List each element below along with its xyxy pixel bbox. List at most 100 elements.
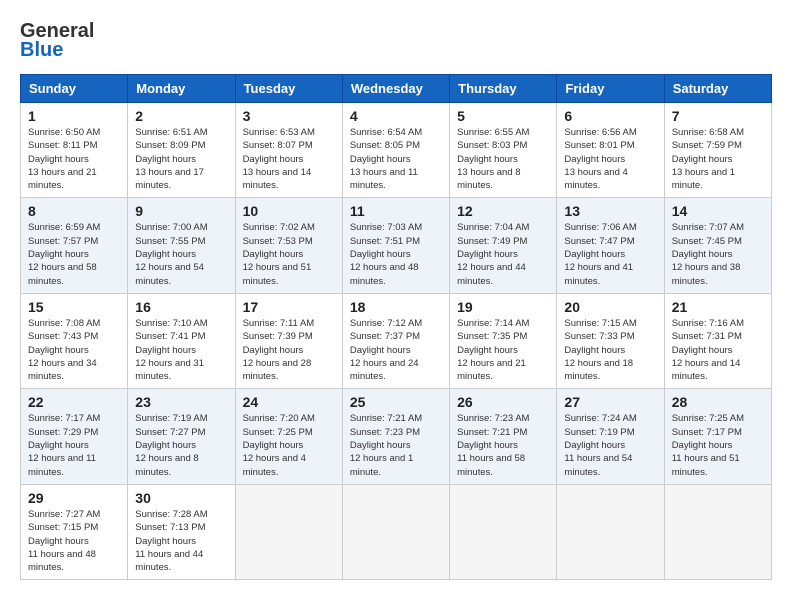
day-info: Sunrise: 7:24 AMSunset: 7:19 PMDaylight …: [564, 412, 656, 478]
day-number: 11: [350, 203, 442, 219]
day-info: Sunrise: 7:10 AMSunset: 7:41 PMDaylight …: [135, 317, 227, 383]
calendar-cell: [342, 484, 449, 579]
calendar-cell: 25 Sunrise: 7:21 AMSunset: 7:23 PMDayligh…: [342, 389, 449, 484]
calendar-cell: 8 Sunrise: 6:59 AMSunset: 7:57 PMDaylight…: [21, 198, 128, 293]
day-number: 1: [28, 108, 120, 124]
day-info: Sunrise: 7:28 AMSunset: 7:13 PMDaylight …: [135, 508, 227, 574]
day-number: 16: [135, 299, 227, 315]
day-info: Sunrise: 7:16 AMSunset: 7:31 PMDaylight …: [672, 317, 764, 383]
calendar-cell: 21 Sunrise: 7:16 AMSunset: 7:31 PMDayligh…: [664, 293, 771, 388]
day-info: Sunrise: 6:53 AMSunset: 8:07 PMDaylight …: [243, 126, 335, 192]
day-info: Sunrise: 7:23 AMSunset: 7:21 PMDaylight …: [457, 412, 549, 478]
calendar-cell: 17Sunrise: 7:11 AMSunset: 7:39 PMDayligh…: [235, 293, 342, 388]
day-info: Sunrise: 7:17 AMSunset: 7:29 PMDaylight …: [28, 412, 120, 478]
day-info: Sunrise: 7:21 AMSunset: 7:23 PMDaylight …: [350, 412, 442, 478]
day-number: 3: [243, 108, 335, 124]
day-number: 13: [564, 203, 656, 219]
day-number: 19: [457, 299, 549, 315]
day-info: Sunrise: 7:00 AMSunset: 7:55 PMDaylight …: [135, 221, 227, 287]
calendar-cell: 26 Sunrise: 7:23 AMSunset: 7:21 PMDayligh…: [450, 389, 557, 484]
col-monday: Monday: [128, 75, 235, 103]
day-info: Sunrise: 7:15 AMSunset: 7:33 PMDaylight …: [564, 317, 656, 383]
calendar-cell: 20 Sunrise: 7:15 AMSunset: 7:33 PMDayligh…: [557, 293, 664, 388]
calendar-header-row: Sunday Monday Tuesday Wednesday Thursday…: [21, 75, 772, 103]
calendar-cell: 10 Sunrise: 7:02 AMSunset: 7:53 PMDayligh…: [235, 198, 342, 293]
calendar-cell: [664, 484, 771, 579]
day-info: Sunrise: 6:50 AMSunset: 8:11 PMDaylight …: [28, 126, 120, 192]
day-number: 28: [672, 394, 764, 410]
day-number: 20: [564, 299, 656, 315]
day-info: Sunrise: 7:03 AMSunset: 7:51 PMDaylight …: [350, 221, 442, 287]
col-saturday: Saturday: [664, 75, 771, 103]
week-row-1: 1 Sunrise: 6:50 AMSunset: 8:11 PMDaylight…: [21, 103, 772, 198]
day-number: 27: [564, 394, 656, 410]
calendar-cell: [450, 484, 557, 579]
day-number: 21: [672, 299, 764, 315]
day-number: 7: [672, 108, 764, 124]
calendar-cell: [235, 484, 342, 579]
day-number: 30: [135, 490, 227, 506]
day-info: Sunrise: 6:51 AMSunset: 8:09 PMDaylight …: [135, 126, 227, 192]
day-info: Sunrise: 7:20 AMSunset: 7:25 PMDaylight …: [243, 412, 335, 478]
day-number: 9: [135, 203, 227, 219]
day-number: 8: [28, 203, 120, 219]
calendar-cell: 13Sunrise: 7:06 AMSunset: 7:47 PMDayligh…: [557, 198, 664, 293]
calendar-cell: 9 Sunrise: 7:00 AMSunset: 7:55 PMDaylight…: [128, 198, 235, 293]
col-wednesday: Wednesday: [342, 75, 449, 103]
day-info: Sunrise: 7:27 AMSunset: 7:15 PMDaylight …: [28, 508, 120, 574]
day-number: 2: [135, 108, 227, 124]
logo: General Blue: [20, 20, 94, 62]
day-number: 22: [28, 394, 120, 410]
calendar-cell: 28 Sunrise: 7:25 AMSunset: 7:17 PMDayligh…: [664, 389, 771, 484]
day-number: 17: [243, 299, 335, 315]
day-number: 18: [350, 299, 442, 315]
calendar-cell: 30 Sunrise: 7:28 AMSunset: 7:13 PMDayligh…: [128, 484, 235, 579]
day-info: Sunrise: 7:04 AMSunset: 7:49 PMDaylight …: [457, 221, 549, 287]
day-number: 12: [457, 203, 549, 219]
calendar-cell: 11 Sunrise: 7:03 AMSunset: 7:51 PMDayligh…: [342, 198, 449, 293]
day-info: Sunrise: 7:19 AMSunset: 7:27 PMDaylight …: [135, 412, 227, 478]
col-thursday: Thursday: [450, 75, 557, 103]
calendar-cell: 2 Sunrise: 6:51 AMSunset: 8:09 PMDaylight…: [128, 103, 235, 198]
day-info: Sunrise: 6:55 AMSunset: 8:03 PMDaylight …: [457, 126, 549, 192]
calendar-table: Sunday Monday Tuesday Wednesday Thursday…: [20, 74, 772, 580]
day-number: 6: [564, 108, 656, 124]
day-info: Sunrise: 6:56 AMSunset: 8:01 PMDaylight …: [564, 126, 656, 192]
calendar-cell: 15Sunrise: 7:08 AMSunset: 7:43 PMDayligh…: [21, 293, 128, 388]
week-row-5: 29 Sunrise: 7:27 AMSunset: 7:15 PMDayligh…: [21, 484, 772, 579]
day-info: Sunrise: 6:58 AMSunset: 7:59 PMDaylight …: [672, 126, 764, 192]
col-sunday: Sunday: [21, 75, 128, 103]
calendar-cell: 5 Sunrise: 6:55 AMSunset: 8:03 PMDaylight…: [450, 103, 557, 198]
calendar-cell: 12 Sunrise: 7:04 AMSunset: 7:49 PMDayligh…: [450, 198, 557, 293]
calendar-cell: 14Sunrise: 7:07 AMSunset: 7:45 PMDayligh…: [664, 198, 771, 293]
day-number: 15: [28, 299, 120, 315]
day-number: 29: [28, 490, 120, 506]
calendar-cell: 24 Sunrise: 7:20 AMSunset: 7:25 PMDayligh…: [235, 389, 342, 484]
calendar-cell: 1 Sunrise: 6:50 AMSunset: 8:11 PMDaylight…: [21, 103, 128, 198]
week-row-2: 8 Sunrise: 6:59 AMSunset: 7:57 PMDaylight…: [21, 198, 772, 293]
calendar-cell: 27 Sunrise: 7:24 AMSunset: 7:19 PMDayligh…: [557, 389, 664, 484]
day-number: 5: [457, 108, 549, 124]
week-row-3: 15Sunrise: 7:08 AMSunset: 7:43 PMDayligh…: [21, 293, 772, 388]
day-info: Sunrise: 7:07 AMSunset: 7:45 PMDaylight …: [672, 221, 764, 287]
week-row-4: 22 Sunrise: 7:17 AMSunset: 7:29 PMDayligh…: [21, 389, 772, 484]
day-info: Sunrise: 7:02 AMSunset: 7:53 PMDaylight …: [243, 221, 335, 287]
day-info: Sunrise: 6:54 AMSunset: 8:05 PMDaylight …: [350, 126, 442, 192]
day-number: 4: [350, 108, 442, 124]
calendar-cell: 22 Sunrise: 7:17 AMSunset: 7:29 PMDayligh…: [21, 389, 128, 484]
calendar-cell: 16 Sunrise: 7:10 AMSunset: 7:41 PMDayligh…: [128, 293, 235, 388]
day-info: Sunrise: 7:12 AMSunset: 7:37 PMDaylight …: [350, 317, 442, 383]
calendar-cell: 29 Sunrise: 7:27 AMSunset: 7:15 PMDayligh…: [21, 484, 128, 579]
day-info: Sunrise: 7:25 AMSunset: 7:17 PMDaylight …: [672, 412, 764, 478]
calendar-cell: [557, 484, 664, 579]
day-number: 25: [350, 394, 442, 410]
day-info: Sunrise: 6:59 AMSunset: 7:57 PMDaylight …: [28, 221, 120, 287]
calendar-cell: 19 Sunrise: 7:14 AMSunset: 7:35 PMDayligh…: [450, 293, 557, 388]
day-info: Sunrise: 7:14 AMSunset: 7:35 PMDaylight …: [457, 317, 549, 383]
day-number: 26: [457, 394, 549, 410]
day-number: 10: [243, 203, 335, 219]
day-number: 24: [243, 394, 335, 410]
calendar-cell: 7 Sunrise: 6:58 AMSunset: 7:59 PMDaylight…: [664, 103, 771, 198]
calendar-cell: 18 Sunrise: 7:12 AMSunset: 7:37 PMDayligh…: [342, 293, 449, 388]
calendar-cell: 4 Sunrise: 6:54 AMSunset: 8:05 PMDaylight…: [342, 103, 449, 198]
